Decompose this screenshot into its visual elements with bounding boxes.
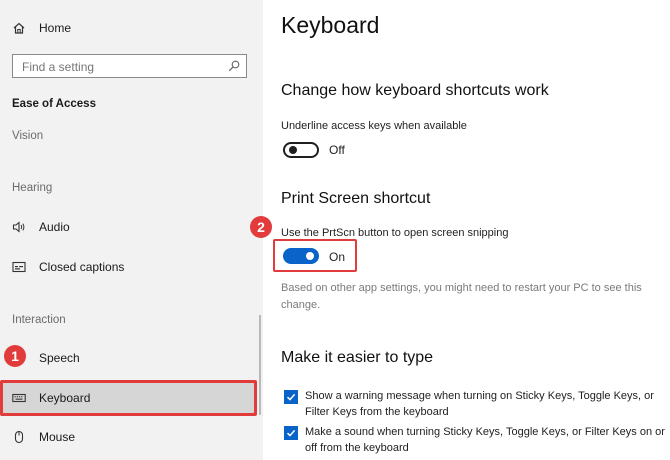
sidebar-item-home-label: Home	[39, 21, 72, 35]
sidebar-item-closed-captions[interactable]: Closed captions	[0, 253, 258, 281]
group-heading-hearing: Hearing	[12, 182, 53, 194]
sidebar-item-speech-label: Speech	[39, 351, 80, 365]
typing-heading: Make it easier to type	[281, 349, 434, 366]
shortcuts-heading: Change how keyboard shortcuts work	[281, 82, 549, 99]
category-title: Ease of Access	[12, 98, 96, 110]
home-icon	[13, 22, 25, 34]
prtscn-label: Use the PrtScn button to open screen sni…	[281, 227, 509, 239]
prtscn-toggle[interactable]	[283, 248, 319, 264]
sound-checkbox-label: Make a sound when turning Sticky Keys, T…	[305, 426, 665, 454]
toggle-knob	[306, 252, 314, 260]
step-badge-1: 1	[4, 345, 26, 367]
sidebar: Home Find a setting Ease of Access Visio…	[0, 0, 263, 460]
underline-toggle-state: Off	[329, 143, 345, 157]
checkmark-icon	[286, 429, 296, 437]
speaker-icon	[12, 221, 25, 233]
sidebar-scrollbar[interactable]	[259, 315, 261, 415]
warning-checkbox[interactable]	[284, 390, 298, 404]
group-heading-interaction: Interaction	[12, 314, 66, 326]
warning-checkbox-label: Show a warning message when turning on S…	[305, 390, 654, 418]
underline-access-keys-label: Underline access keys when available	[281, 120, 467, 132]
toggle-knob	[289, 146, 297, 154]
sidebar-item-audio[interactable]: Audio	[0, 213, 258, 241]
sidebar-item-keyboard[interactable]: Keyboard	[0, 384, 258, 412]
sidebar-item-mouse-label: Mouse	[39, 430, 76, 444]
sidebar-item-mouse[interactable]: Mouse	[0, 423, 258, 451]
closed-captions-icon	[12, 261, 26, 273]
print-screen-heading: Print Screen shortcut	[281, 190, 431, 207]
sidebar-item-keyboard-label: Keyboard	[39, 391, 91, 405]
sidebar-item-speech[interactable]: Speech	[0, 344, 258, 372]
sidebar-item-home[interactable]: Home	[0, 14, 258, 42]
sidebar-item-audio-label: Audio	[39, 220, 70, 234]
search-icon[interactable]	[228, 60, 240, 72]
group-heading-vision: Vision	[12, 130, 44, 142]
underline-access-keys-toggle[interactable]	[283, 142, 319, 158]
prtscn-toggle-state: On	[329, 250, 346, 264]
restart-note: Based on other app settings, you might n…	[281, 282, 642, 311]
mouse-icon	[14, 430, 24, 444]
sidebar-item-closed-captions-label: Closed captions	[39, 260, 125, 274]
search-field[interactable]: Find a setting	[12, 54, 247, 78]
step-badge-2: 2	[250, 216, 272, 238]
keyboard-icon	[12, 393, 26, 403]
search-input[interactable]: Find a setting	[22, 60, 94, 74]
checkmark-icon	[286, 393, 296, 401]
sound-checkbox[interactable]	[284, 426, 298, 440]
page-title: Keyboard	[281, 12, 380, 38]
main-content: Keyboard Change how keyboard shortcuts w…	[263, 0, 670, 460]
